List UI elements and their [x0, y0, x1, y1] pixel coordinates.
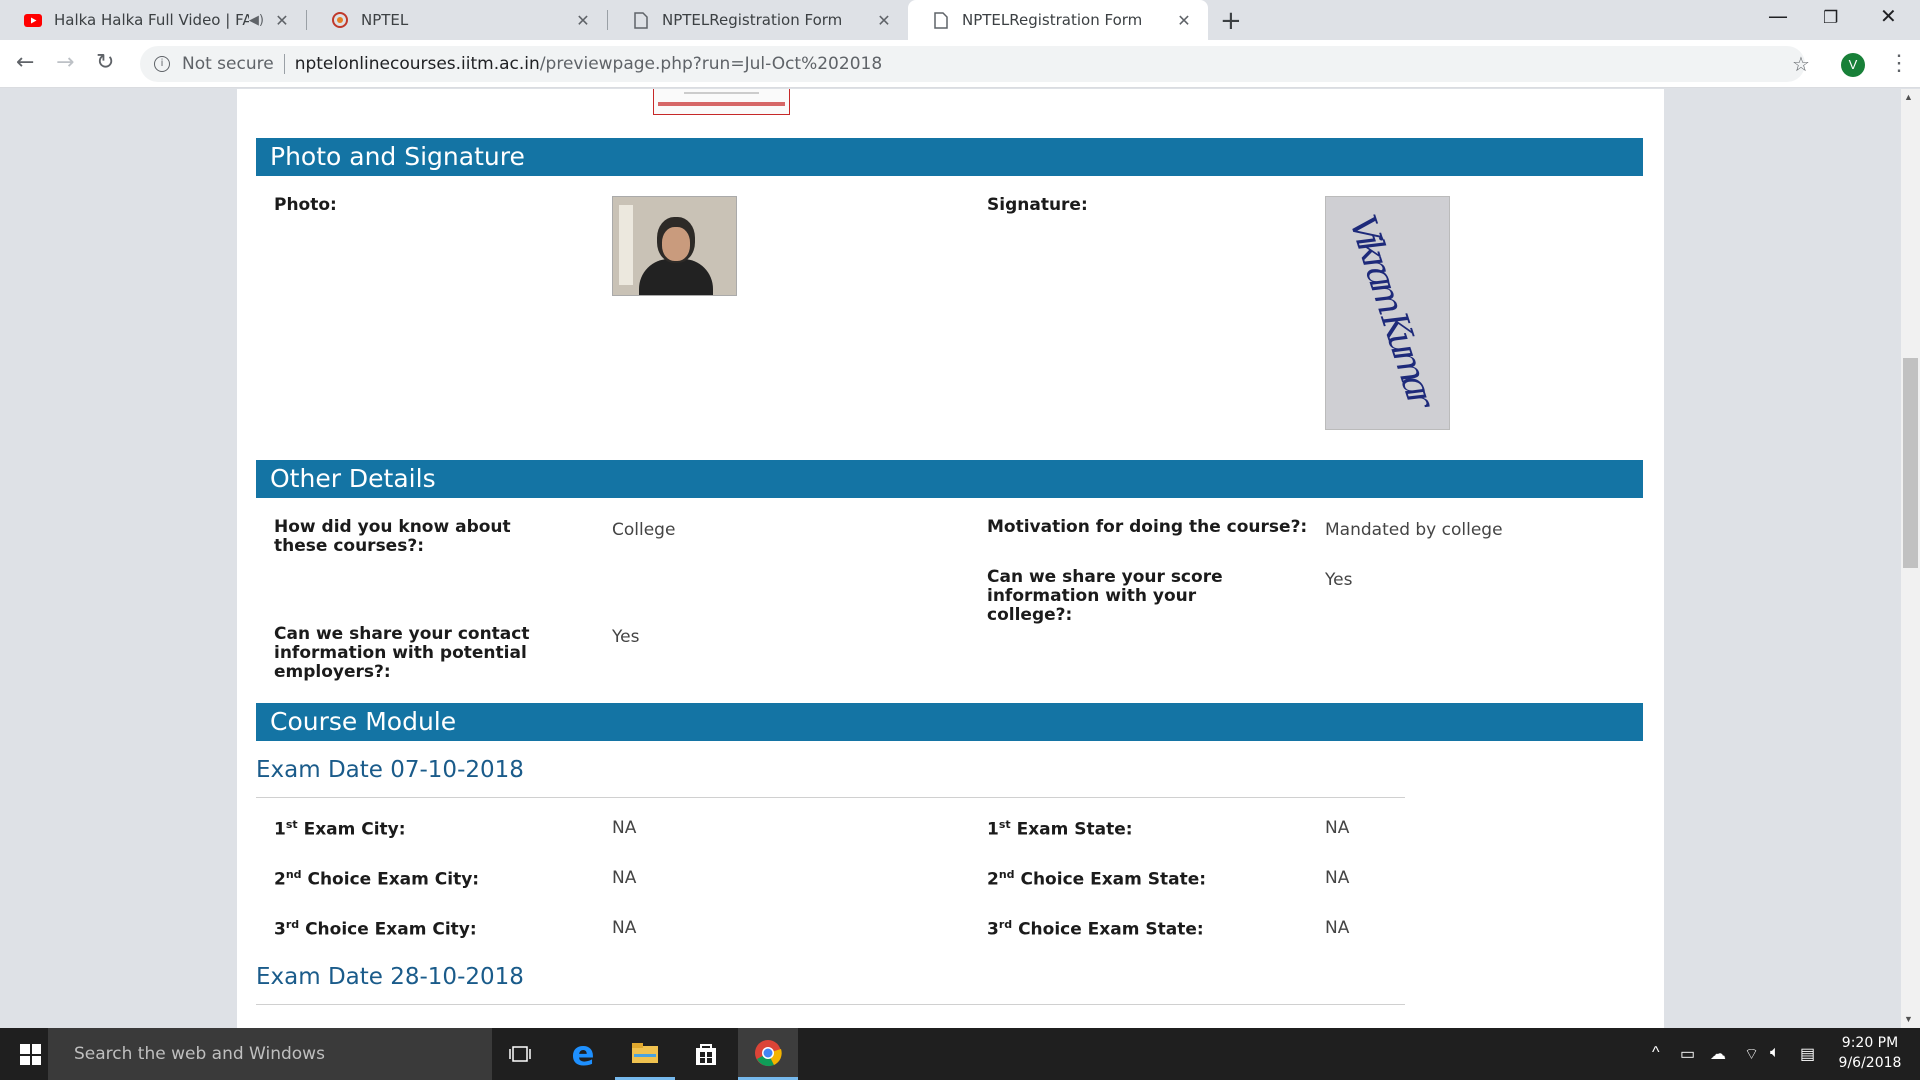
youtube-icon	[24, 11, 42, 29]
signature-label: Signature:	[987, 195, 1088, 215]
exam-state-1-value: NA	[1325, 818, 1350, 838]
page-icon	[632, 11, 650, 29]
forward-icon[interactable]: →	[56, 50, 74, 75]
divider	[256, 797, 1405, 798]
applicant-photo	[612, 196, 737, 296]
exam-date-heading: Exam Date 28-10-2018	[256, 964, 524, 990]
url-host: nptelonlinecourses.iitm.ac.in	[294, 54, 540, 74]
chevron-up-icon[interactable]: ^	[1652, 1044, 1660, 1062]
page-viewport: Photo and Signature Photo: Signature: Vi…	[0, 89, 1920, 1028]
exam-state-3-value: NA	[1325, 918, 1350, 938]
windows-taskbar: Search the web and Windows e ^ ▭ ☁ ⌔ 🔈︎ …	[0, 1028, 1920, 1080]
address-bar[interactable]: i Not secure nptelonlinecourses.iitm.ac.…	[140, 46, 1805, 82]
tab-title: NPTELRegistration Form	[962, 11, 1143, 29]
share-score-value: Yes	[1325, 570, 1353, 590]
photo-signature-header: Photo and Signature	[256, 138, 1643, 176]
chrome-icon[interactable]	[738, 1028, 798, 1080]
close-tab-icon[interactable]: ✕	[272, 11, 292, 30]
notifications-icon[interactable]: ▤	[1800, 1044, 1815, 1064]
close-tab-icon[interactable]: ✕	[874, 11, 894, 30]
nptel-logo-icon	[331, 11, 349, 29]
profile-avatar[interactable]: V	[1841, 53, 1865, 77]
know-about-label: How did you know about these courses?:	[274, 517, 511, 556]
menu-icon[interactable]: ⋮	[1888, 50, 1910, 76]
exam-city-1-label: 1st Exam City:	[274, 818, 406, 840]
close-tab-icon[interactable]: ✕	[1174, 11, 1194, 30]
exam-state-3-label: 3rd Choice Exam State:	[987, 918, 1204, 940]
audio-icon[interactable]: ◀)	[249, 13, 264, 28]
exam-city-1-value: NA	[612, 818, 637, 838]
url-path: /previewpage.php?run=Jul-Oct%202018	[539, 54, 883, 74]
page-icon	[932, 11, 950, 29]
minimize-button[interactable]: —	[1768, 4, 1788, 28]
motivation-label: Motivation for doing the course?:	[987, 517, 1308, 537]
file-explorer-icon[interactable]	[615, 1028, 675, 1080]
battery-icon[interactable]: ▭	[1680, 1044, 1695, 1064]
tab-strip: Halka Halka Full Video | FANNEY KHAN ◀) …	[0, 0, 1920, 40]
clock-date: 9/6/2018	[1838, 1055, 1902, 1071]
tab-title: Halka Halka Full Video | FANNEY KHAN	[54, 11, 249, 29]
exam-city-2-label: 2nd Choice Exam City:	[274, 868, 480, 890]
close-window-button[interactable]: ✕	[1880, 4, 1897, 28]
close-tab-icon[interactable]: ✕	[573, 11, 593, 30]
taskbar-search-box[interactable]: Search the web and Windows	[48, 1028, 492, 1080]
registration-preview-page: Photo and Signature Photo: Signature: Vi…	[237, 89, 1664, 1028]
know-about-value: College	[612, 520, 676, 540]
tab-title: NPTELRegistration Form	[662, 11, 843, 29]
browser-toolbar: ← → ↻ i Not secure nptelonlinecourses.ii…	[0, 40, 1920, 88]
onedrive-cloud-icon[interactable]: ☁	[1710, 1044, 1726, 1064]
scroll-up-arrow-icon[interactable]: ▲	[1904, 92, 1913, 102]
edge-browser-icon[interactable]: e	[553, 1028, 613, 1080]
exam-date-heading: Exam Date 07-10-2018	[256, 757, 524, 783]
share-score-label: Can we share your score information with…	[987, 567, 1223, 625]
scrollbar-thumb[interactable]	[1903, 358, 1918, 568]
exam-city-3-label: 3rd Choice Exam City:	[274, 918, 477, 940]
back-icon[interactable]: ←	[16, 50, 34, 75]
exam-city-3-value: NA	[612, 918, 637, 938]
windows-start-icon[interactable]	[20, 1044, 41, 1065]
volume-icon[interactable]: 🔈︎	[1770, 1044, 1780, 1062]
wifi-icon[interactable]: ⌔	[1744, 1044, 1759, 1064]
store-icon[interactable]	[676, 1028, 736, 1080]
tab-registration-form[interactable]: NPTELRegistration Form ✕	[608, 0, 908, 40]
motivation-value: Mandated by college	[1325, 520, 1503, 540]
tab-title: NPTEL	[361, 11, 409, 29]
divider	[283, 54, 285, 74]
tab-nptel[interactable]: NPTEL ✕	[307, 0, 607, 40]
tab-youtube[interactable]: Halka Halka Full Video | FANNEY KHAN ◀) …	[0, 0, 306, 40]
taskbar-clock[interactable]: 9:20 PM 9/6/2018	[1830, 1033, 1910, 1073]
exam-city-2-value: NA	[612, 868, 637, 888]
certificate-thumbnail	[653, 89, 790, 115]
photo-label: Photo:	[274, 195, 337, 215]
restore-button[interactable]: ❐	[1823, 8, 1838, 28]
signature-text: Vikram Kumar	[1341, 210, 1442, 415]
exam-state-1-label: 1st Exam State:	[987, 818, 1133, 840]
exam-state-2-value: NA	[1325, 868, 1350, 888]
exam-state-2-label: 2nd Choice Exam State:	[987, 868, 1207, 890]
course-module-header: Course Module	[256, 703, 1643, 741]
new-tab-button[interactable]: +	[1220, 6, 1242, 36]
other-details-header: Other Details	[256, 460, 1643, 498]
task-view-icon[interactable]	[490, 1028, 550, 1080]
applicant-signature: Vikram Kumar	[1325, 196, 1450, 430]
share-contact-value: Yes	[612, 627, 640, 647]
reload-icon[interactable]: ↻	[96, 50, 114, 75]
share-contact-label: Can we share your contact information wi…	[274, 624, 530, 682]
security-label: Not secure	[182, 54, 274, 74]
scroll-down-arrow-icon[interactable]: ▼	[1904, 1014, 1913, 1024]
clock-time: 9:20 PM	[1841, 1035, 1899, 1051]
bookmark-star-icon[interactable]: ☆	[1792, 52, 1810, 77]
tab-registration-form-active[interactable]: NPTELRegistration Form ✕	[908, 0, 1208, 40]
info-icon[interactable]: i	[154, 56, 170, 72]
divider	[256, 1004, 1405, 1005]
